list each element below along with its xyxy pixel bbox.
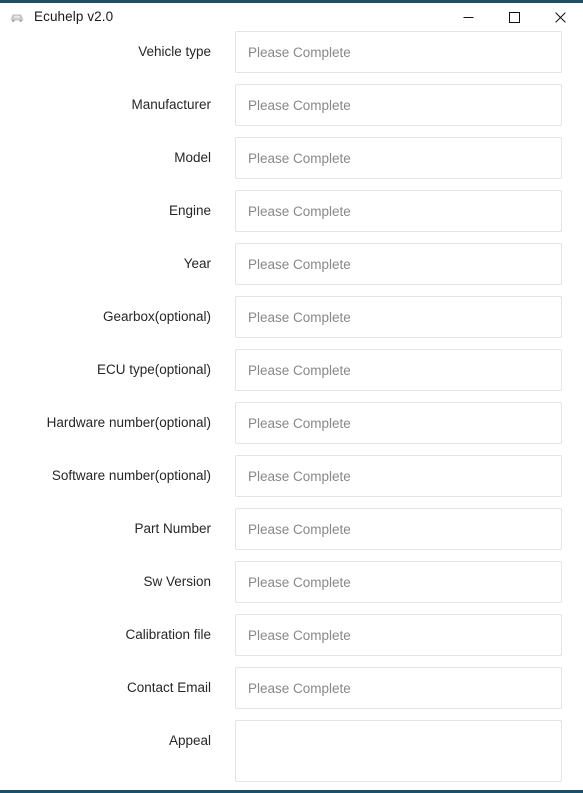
label-hardware-number: Hardware number(optional) [46,415,211,430]
label-ecu-type: ECU type(optional) [96,362,211,377]
label-manufacturer: Manufacturer [131,97,211,112]
form-row-engine: Engine [0,190,583,243]
form-row-manufacturer: Manufacturer [0,84,583,137]
minimize-icon [463,12,474,23]
input-sw-version[interactable] [235,561,562,603]
field-wrap-gearbox [235,296,583,338]
field-wrap-ecu-type [235,349,583,391]
input-software-number[interactable] [235,455,562,497]
input-hardware-number[interactable] [235,402,562,444]
field-wrap-appeal [235,720,583,782]
title-bar-left: Ecuhelp v2.0 [0,9,445,25]
field-wrap-manufacturer [235,84,583,126]
field-wrap-sw-version [235,561,583,603]
input-manufacturer[interactable] [235,84,562,126]
field-wrap-model [235,137,583,179]
label-contact-email: Contact Email [126,680,211,695]
input-year[interactable] [235,243,562,285]
form-row-calibration-file: Calibration file [0,614,583,667]
label-appeal: Appeal [168,733,211,748]
title-bar[interactable]: Ecuhelp v2.0 [0,3,583,31]
label-software-number: Software number(optional) [51,468,211,483]
field-wrap-software-number [235,455,583,497]
field-wrap-part-number [235,508,583,550]
form-row-vehicle-type: Vehicle type [0,31,583,84]
car-app-icon [9,9,25,25]
field-wrap-contact-email [235,667,583,709]
window-title: Ecuhelp v2.0 [34,9,114,25]
input-contact-email[interactable] [235,667,562,709]
form-row-hardware-number: Hardware number(optional) [0,402,583,455]
close-icon [554,11,566,23]
label-calibration-file: Calibration file [125,627,211,642]
label-part-number: Part Number [134,521,211,536]
form-row-contact-email: Contact Email [0,667,583,720]
maximize-icon [508,11,520,23]
field-wrap-hardware-number [235,402,583,444]
ecu-request-form: Vehicle type Manufacturer Model Engine Y [0,31,583,782]
maximize-button[interactable] [491,3,537,31]
input-model[interactable] [235,137,562,179]
minimize-button[interactable] [445,3,491,31]
label-engine: Engine [168,203,211,218]
form-row-sw-version: Sw Version [0,561,583,614]
form-row-part-number: Part Number [0,508,583,561]
input-appeal[interactable] [235,720,562,782]
input-vehicle-type[interactable] [235,31,562,73]
input-ecu-type[interactable] [235,349,562,391]
input-gearbox[interactable] [235,296,562,338]
form-row-year: Year [0,243,583,296]
label-sw-version: Sw Version [143,574,211,589]
label-year: Year [183,256,211,271]
field-wrap-calibration-file [235,614,583,656]
form-row-appeal: Appeal [0,720,583,782]
field-wrap-year [235,243,583,285]
label-model: Model [174,150,211,165]
label-gearbox: Gearbox(optional) [102,309,211,324]
form-row-model: Model [0,137,583,190]
input-calibration-file[interactable] [235,614,562,656]
window-controls [445,3,583,31]
close-button[interactable] [537,3,583,31]
label-vehicle-type: Vehicle type [138,44,211,59]
app-window: Ecuhelp v2.0 Vehicle type Please Complet… [0,0,583,793]
form-row-ecu-type: ECU type(optional) [0,349,583,402]
input-engine[interactable] [235,190,562,232]
field-wrap-engine [235,190,583,232]
input-part-number[interactable] [235,508,562,550]
form-row-gearbox: Gearbox(optional) [0,296,583,349]
form-row-software-number: Software number(optional) [0,455,583,508]
field-wrap-vehicle-type [235,31,583,73]
